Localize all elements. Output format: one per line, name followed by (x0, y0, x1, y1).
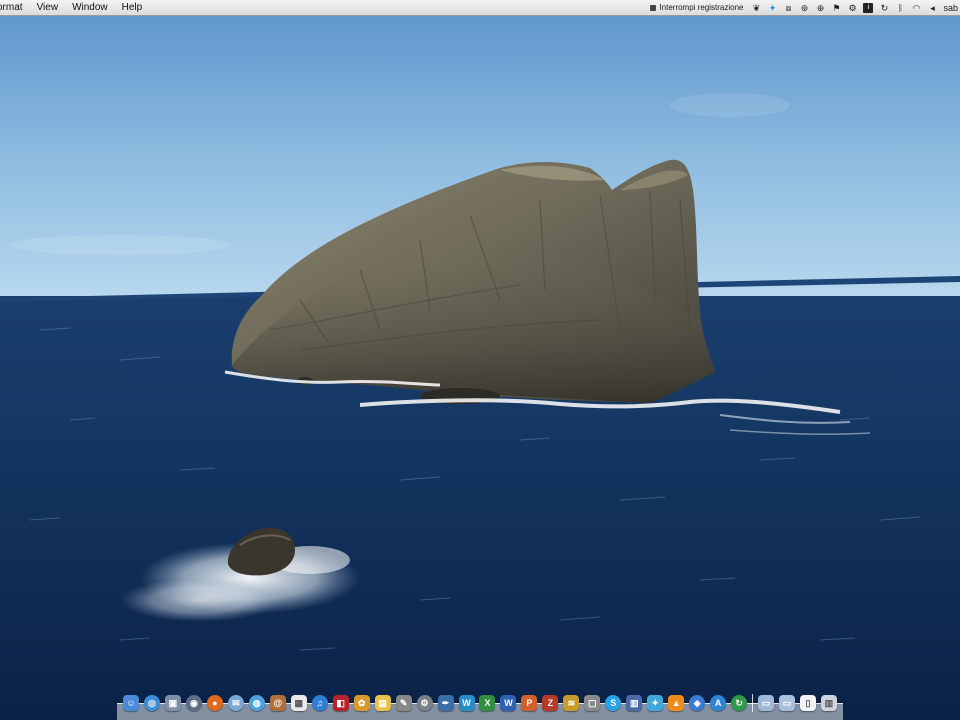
tweetdeck-icon[interactable]: ✦ (647, 695, 664, 711)
calendar-icon[interactable]: ▦ (290, 695, 307, 711)
stickies-icon[interactable]: ▤ (374, 695, 391, 711)
menu-window[interactable]: Window (65, 0, 115, 16)
excel-icon[interactable]: X (479, 695, 496, 711)
user-name[interactable]: sab (943, 3, 958, 13)
vlc-icon[interactable]: ▲ (668, 695, 685, 711)
skype-dock-icon[interactable]: S (605, 695, 622, 711)
mail-icon[interactable]: ✉ (227, 695, 244, 711)
photo-booth-icon[interactable]: ◧ (332, 695, 349, 711)
document-icon[interactable]: ▯ (799, 695, 816, 711)
desktop-wallpaper (0, 0, 960, 720)
preview-icon[interactable]: ▣ (164, 695, 181, 711)
time-machine-icon[interactable]: ↻ (731, 695, 748, 711)
security-icon[interactable]: ⚑ (831, 3, 841, 13)
dashboard-icon[interactable]: ◉ (185, 695, 202, 711)
twitter-icon[interactable]: ✦ (767, 3, 777, 13)
skype-icon[interactable]: ⊛ (799, 3, 809, 13)
address-book-icon[interactable]: @ (269, 695, 286, 711)
wordpress-icon[interactable]: W (458, 695, 475, 711)
filezilla-icon[interactable]: Z (542, 695, 559, 711)
screen-capture-icon[interactable]: ▢ (584, 695, 601, 711)
downloads-folder-icon[interactable]: ▭ (779, 695, 795, 711)
powerpoint-icon[interactable]: P (521, 695, 538, 711)
trash-icon[interactable]: ▥ (820, 695, 837, 711)
script-editor-icon[interactable]: ✎ (395, 695, 412, 711)
dock-separator (752, 694, 754, 712)
menu-view[interactable]: View (30, 0, 66, 16)
stop-recording-item[interactable]: Interrompi registrazione (650, 3, 743, 12)
stop-recording-icon (650, 4, 657, 11)
evernote-icon[interactable]: ❦ (751, 3, 761, 13)
menu-ormat[interactable]: ormat (0, 0, 30, 16)
menu-bar: ormatViewWindowHelp Interrompi registraz… (0, 0, 960, 16)
menu-help[interactable]: Help (115, 0, 150, 16)
system-preferences-icon[interactable]: ⚙ (416, 695, 433, 711)
finder-icon[interactable]: ☺ (123, 695, 139, 711)
app-store-icon[interactable]: A (710, 695, 727, 711)
lastfm-icon[interactable]: ⊕ (815, 3, 825, 13)
word-icon[interactable]: W (500, 695, 517, 711)
stop-recording-label: Interrompi registrazione (659, 3, 744, 12)
volume-icon[interactable]: ◂ (927, 3, 937, 13)
wifi-icon[interactable]: ◠ (911, 3, 921, 13)
spaces-icon[interactable]: ▥ (626, 695, 643, 711)
iphoto-icon[interactable]: ✿ (353, 695, 370, 711)
firefox-icon[interactable]: ● (206, 695, 223, 711)
applications-folder-icon[interactable]: ▭ (758, 695, 775, 711)
bluetooth-icon[interactable]: ᛒ (895, 3, 905, 13)
sync-icon[interactable]: ↻ (879, 3, 889, 13)
info-icon[interactable]: i (863, 2, 874, 13)
dropbox-icon[interactable]: ⧈ (783, 3, 793, 13)
network-icon[interactable]: ◈ (689, 695, 706, 711)
sea-rock-photo (0, 0, 960, 720)
grapher-icon[interactable]: ≋ (563, 695, 580, 711)
reader-icon[interactable]: ⚙ (847, 3, 857, 13)
xcode-icon[interactable]: ✒ (437, 695, 454, 711)
itunes-icon[interactable]: ♫ (311, 695, 328, 711)
ichat-icon[interactable]: ◍ (248, 695, 265, 711)
dock: ☺ ◎ ▣ ◉ ● ✉ ◍ @ ▦ ♫ ◧ ✿ ▤ ✎ ⚙ ✒ W X W P Z ≋ ▢ S ▥ ✦ ▲ ◈ A ↻ ▭ ▭ ▯ ▥ (117, 692, 843, 720)
safari-icon[interactable]: ◎ (143, 695, 160, 711)
